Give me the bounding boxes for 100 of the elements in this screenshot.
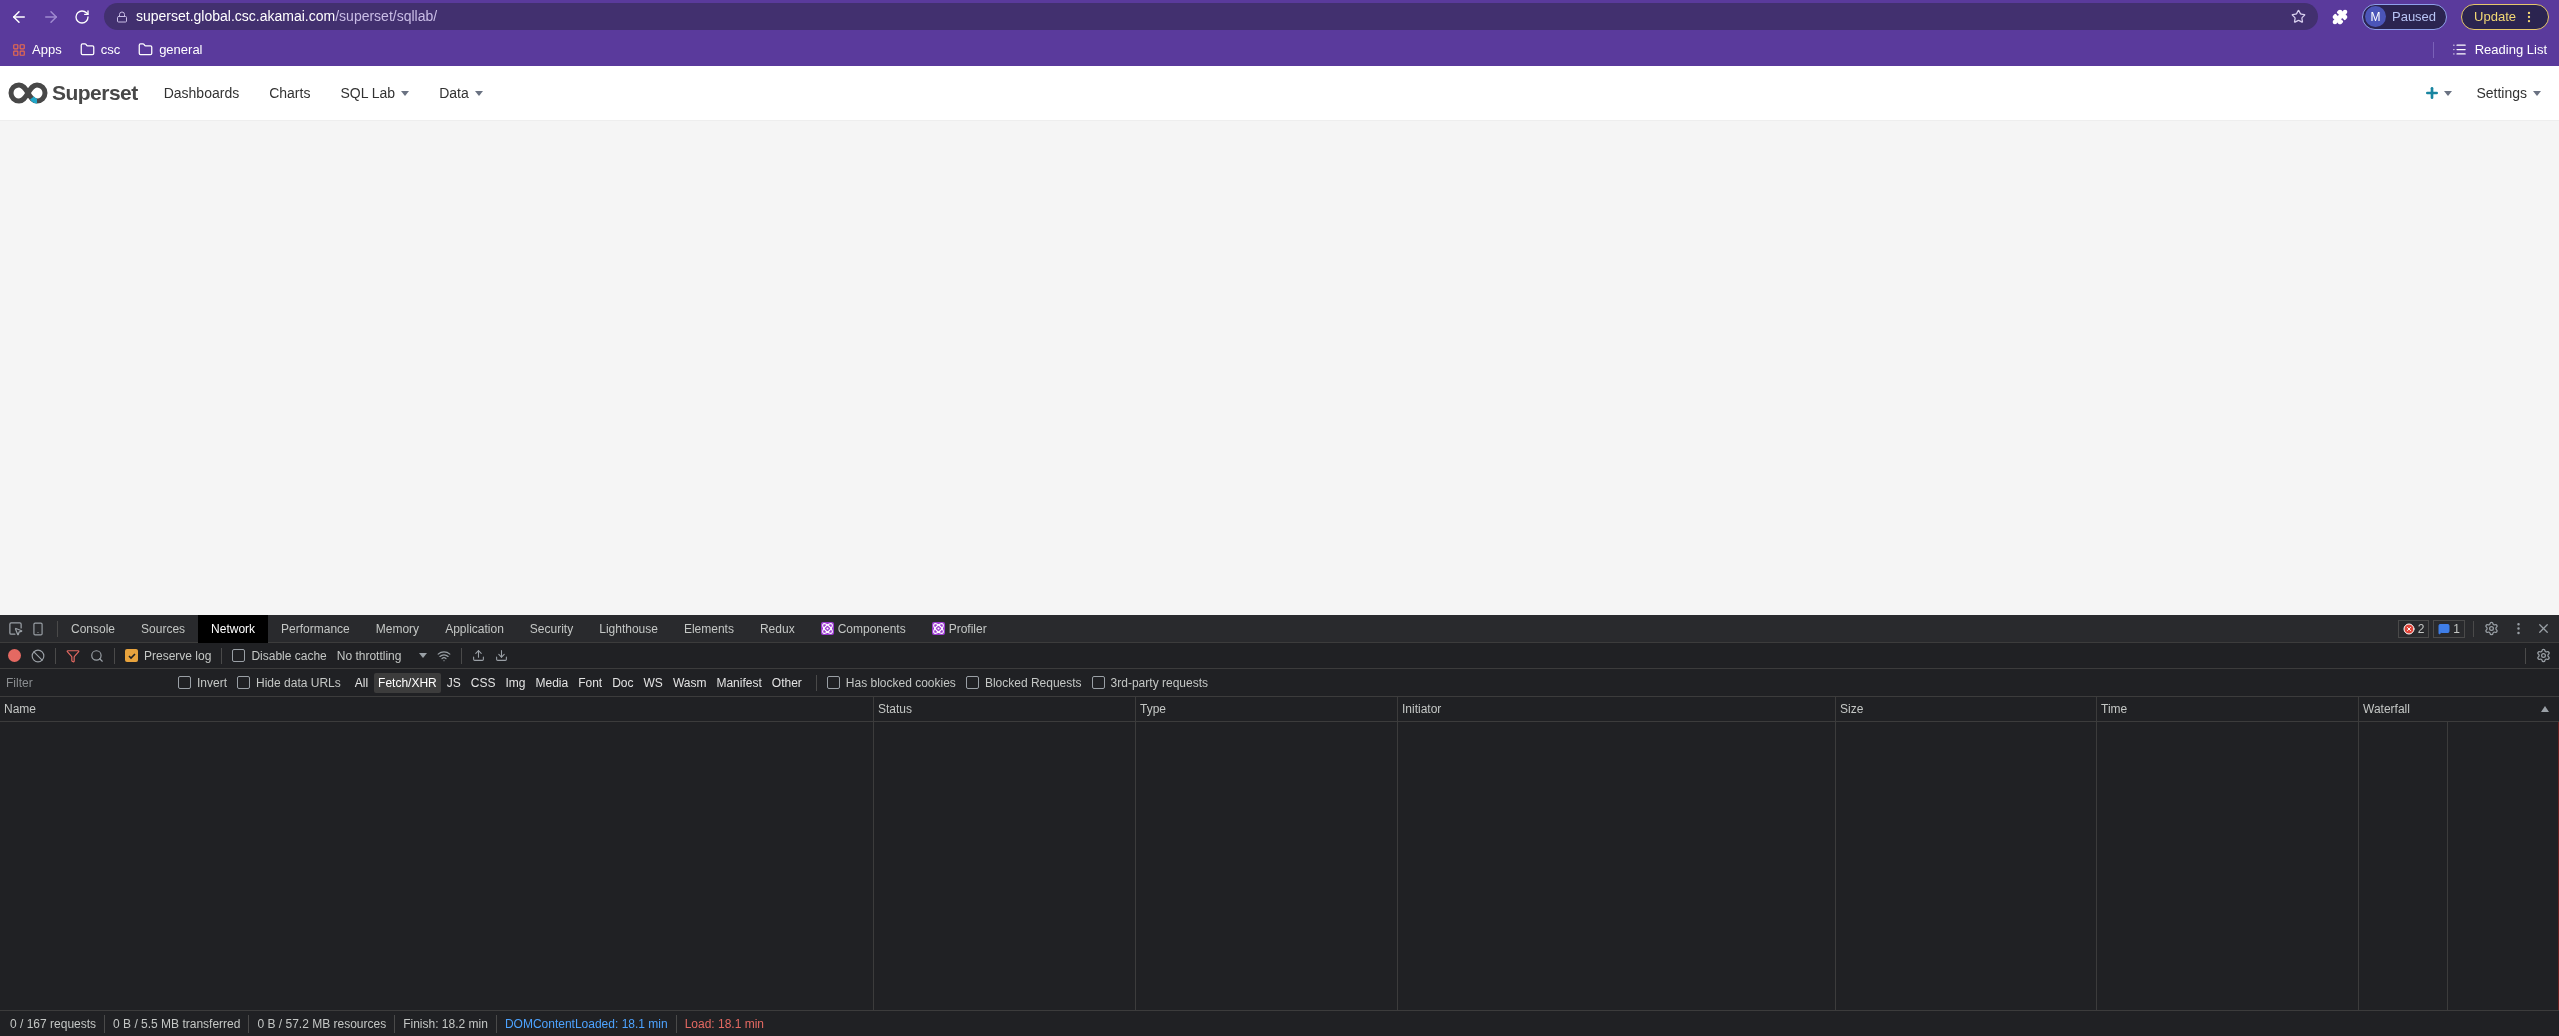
address-bar[interactable]: superset.global.csc.akamai.com/superset/sqllab/ [104,3,2318,30]
devtools-tab[interactable]: Console [58,614,129,643]
inspect-icon[interactable] [8,621,23,636]
lock-icon [116,10,128,23]
devtools-tab[interactable]: Memory [362,614,433,643]
devtools-tab[interactable]: Security [516,614,587,643]
update-button[interactable]: Update [2461,3,2549,30]
devtools-tab[interactable]: Profiler [918,614,1000,643]
type-filter[interactable]: CSS [466,672,500,693]
column-header[interactable]: Initiator [1397,697,1835,721]
folder-icon [138,42,154,57]
checkbox-label: Preserve log [144,647,212,665]
list-icon [2451,42,2467,57]
devtools-tab[interactable]: Sources [128,614,199,643]
url-text: superset.global.csc.akamai.com/superset/sqllab/ [136,7,438,26]
column-header[interactable]: Size [1835,697,2096,721]
sort-icon [2541,706,2549,712]
upload-icon[interactable] [472,649,486,662]
nav-item[interactable]: Dashboards [163,82,240,104]
extensions-icon[interactable] [2332,8,2348,25]
profile-button[interactable]: M Paused [2362,3,2448,30]
checkbox-label: Blocked Requests [984,674,1082,692]
bookmark[interactable]: general [138,39,203,60]
devtools-tab[interactable]: Performance [268,614,363,643]
error-badge[interactable]: 2 [2397,619,2430,638]
devtools-tab[interactable]: Components [807,614,919,643]
checkbox[interactable] [232,649,246,662]
caret-icon [2444,90,2453,96]
new-button[interactable] [2424,85,2453,101]
column-header[interactable]: Time [2096,697,2358,721]
devtools-tab[interactable]: Elements [670,614,747,643]
filter-icon[interactable] [66,648,80,663]
reload-icon[interactable] [74,8,90,25]
devtools-tab[interactable]: Redux [746,614,808,643]
type-filter[interactable]: All [350,672,373,693]
type-filter[interactable]: Other [767,672,806,693]
column-header[interactable]: Waterfall [2358,697,2559,721]
devtools-tab[interactable]: Application [432,614,517,643]
devtools-tab[interactable]: Lighthouse [586,614,671,643]
bookmark[interactable]: csc [79,39,121,60]
checkbox[interactable] [826,676,840,689]
status-item: Load: 18.1 min [675,1014,773,1033]
device-icon[interactable] [31,621,45,636]
column-header[interactable]: Type [1135,697,1397,721]
devtools-tab[interactable]: Network [198,614,269,643]
clear-icon[interactable] [31,648,45,663]
checkbox-label: 3rd-party requests [1110,674,1208,692]
nav-item[interactable]: Charts [269,82,311,104]
caret-icon [401,90,410,96]
network-conditions-icon[interactable] [437,648,452,663]
nav-item[interactable]: Data [439,82,483,104]
type-filter[interactable]: JS [442,672,465,693]
avatar: M [2365,6,2386,27]
type-filter[interactable]: Fetch/XHR [374,672,441,693]
type-filter[interactable]: Wasm [668,672,711,693]
settings-menu[interactable]: Settings [2476,82,2541,104]
type-filter[interactable]: Font [574,672,607,693]
react-icon [820,622,834,635]
bookmark[interactable]: Apps [12,39,62,60]
type-filter[interactable]: Doc [608,672,638,693]
caret-icon [474,90,483,96]
message-icon [2438,622,2451,635]
settings-icon[interactable] [2536,648,2551,663]
status-item: 0 B / 5.5 MB transferred [104,1014,249,1033]
checkbox[interactable] [237,676,250,689]
status-item: DOMContentLoaded: 18.1 min [495,1014,676,1033]
checkbox[interactable] [965,676,979,689]
checkbox-label: Hide data URLs [256,674,341,692]
checkbox-label: Has blocked cookies [845,674,956,692]
star-icon[interactable] [2291,9,2306,24]
checkbox-label: Invert [197,674,227,692]
status-item: Finish: 18.2 min [394,1014,496,1033]
type-filter[interactable]: WS [639,672,667,693]
reading-list-button[interactable]: Reading List [2451,39,2547,60]
type-filter[interactable]: Media [531,672,573,693]
record-icon[interactable] [8,649,21,662]
message-badge[interactable]: 1 [2433,619,2465,638]
apps-icon [12,42,26,57]
checkbox-label: Disable cache [251,647,327,665]
caret-icon [419,653,428,658]
type-filter[interactable]: Img [501,672,530,693]
type-filter[interactable]: Manifest [712,672,766,693]
logo-icon [8,82,48,104]
download-icon[interactable] [495,649,509,662]
status-item: 0 B / 57.2 MB resources [248,1014,395,1033]
caret-icon [2533,90,2541,96]
folder-icon [79,42,95,57]
status-item: 0 / 167 requests [9,1015,98,1033]
nav-item[interactable]: SQL Lab [340,82,410,104]
react-icon [931,622,945,635]
checkbox[interactable] [1091,676,1105,689]
search-icon[interactable] [90,648,104,663]
checkbox[interactable] [125,649,138,662]
column-header[interactable]: Status [873,697,1135,721]
settings-icon[interactable] [2484,621,2499,636]
plus-icon [2424,85,2441,101]
close-icon[interactable] [2536,621,2551,636]
checkbox[interactable] [178,676,191,689]
throttling-select[interactable]: No throttling [336,646,428,665]
column-header[interactable]: Name [0,697,873,721]
